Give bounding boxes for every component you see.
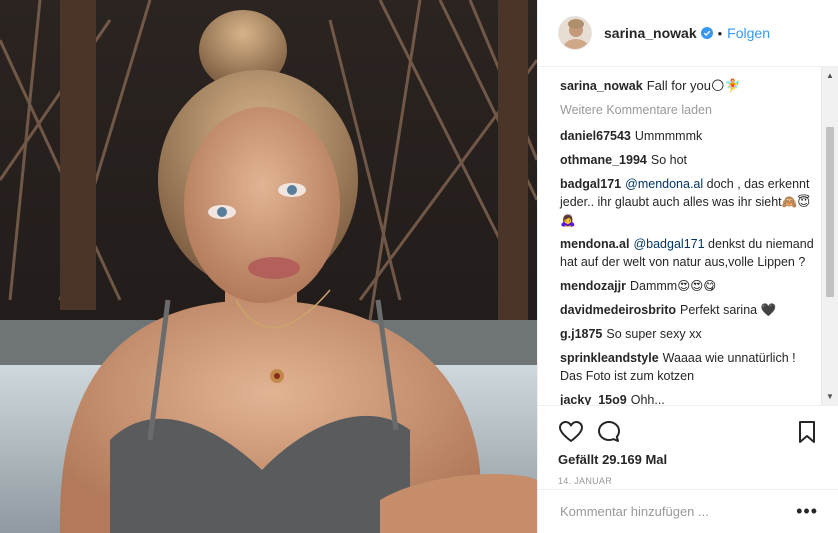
bookmark-icon[interactable] xyxy=(796,419,818,445)
comments-list: sarina_nowak Fall for you🌕🧚 Weitere Komme… xyxy=(538,67,838,405)
comment-item: davidmedeirosbrito Perfekt sarina 🖤 xyxy=(560,301,818,319)
ellipsis-icon[interactable]: ••• xyxy=(796,501,818,522)
like-count[interactable]: Gefällt 29.169 Mal xyxy=(558,452,818,467)
comment-text: Ohh... xyxy=(630,393,665,405)
comment-username[interactable]: g.j1875 xyxy=(560,327,602,341)
post-username[interactable]: sarina_nowak xyxy=(604,25,697,41)
comment-item: g.j1875 So super sexy xx xyxy=(560,325,818,343)
comment-text: Dammm😍😍😋 xyxy=(630,279,717,293)
comments-section[interactable]: sarina_nowak Fall for you🌕🧚 Weitere Komme… xyxy=(538,67,838,405)
comment-username[interactable]: mendozajjr xyxy=(560,279,626,293)
action-icons-row xyxy=(558,414,818,450)
caption-username[interactable]: sarina_nowak xyxy=(560,79,643,93)
load-more-comments-link[interactable]: Weitere Kommentare laden xyxy=(560,101,818,119)
comment-item: mendona.al @badgal171 denkst du niemand h… xyxy=(560,235,818,271)
post-photo[interactable] xyxy=(0,0,537,533)
comment-text: So hot xyxy=(650,153,687,167)
instagram-post: sarina_nowak • Folgen sarina_nowak Fall f… xyxy=(0,0,838,533)
comment-username[interactable]: othmane_1994 xyxy=(560,153,647,167)
scroll-down-arrow-icon[interactable]: ▼ xyxy=(822,388,838,405)
comment-item: daniel67543 Ummmmmk xyxy=(560,127,818,145)
speech-bubble-icon[interactable] xyxy=(596,419,622,445)
post-side-panel: sarina_nowak • Folgen sarina_nowak Fall f… xyxy=(537,0,838,533)
comment-username[interactable]: jacky_15o9 xyxy=(560,393,627,405)
caption-text: Fall for you🌕🧚 xyxy=(646,78,741,93)
avatar-image xyxy=(559,17,591,49)
caption: sarina_nowak Fall for you🌕🧚 xyxy=(560,77,818,95)
comment-text: So super sexy xx xyxy=(606,327,702,341)
comment-username[interactable]: sprinkleandstyle xyxy=(560,351,659,365)
follow-button[interactable]: Folgen xyxy=(727,25,770,41)
comment-item: jacky_15o9 Ohh... xyxy=(560,391,818,405)
comment-mention[interactable]: @badgal171 xyxy=(633,237,704,251)
comments-scrollbar[interactable]: ▲ ▼ xyxy=(821,67,838,405)
comment-text: Perfekt sarina 🖤 xyxy=(680,303,777,317)
comment-username[interactable]: badgal171 xyxy=(560,177,621,191)
verified-badge-icon xyxy=(700,27,713,39)
scroll-up-arrow-icon[interactable]: ▲ xyxy=(822,67,838,84)
post-header: sarina_nowak • Folgen xyxy=(538,0,838,67)
scrollbar-thumb[interactable] xyxy=(826,127,834,297)
post-actions: Gefällt 29.169 Mal 14. JANUAR xyxy=(538,405,838,486)
comment-username[interactable]: mendona.al xyxy=(560,237,629,251)
comment-username[interactable]: davidmedeirosbrito xyxy=(560,303,676,317)
post-date[interactable]: 14. JANUAR xyxy=(558,476,818,486)
add-comment-input[interactable] xyxy=(560,504,797,519)
comment-item: sprinkleandstyle Waaaa wie unnatürlich ! … xyxy=(560,349,818,385)
comment-username[interactable]: daniel67543 xyxy=(560,129,631,143)
heart-outline-icon[interactable] xyxy=(558,419,584,445)
comment-mention[interactable]: @mendona.al xyxy=(625,177,703,191)
avatar[interactable] xyxy=(558,16,592,50)
comment-item: badgal171 @mendona.al doch , das erkennt … xyxy=(560,175,818,229)
comment-item: mendozajjr Dammm😍😍😋 xyxy=(560,277,818,295)
comment-text: Ummmmmk xyxy=(634,129,703,143)
add-comment-bar: ••• xyxy=(538,489,838,533)
comment-item: othmane_1994 So hot xyxy=(560,151,818,169)
post-image xyxy=(0,0,537,533)
separator-dot: • xyxy=(717,25,723,41)
